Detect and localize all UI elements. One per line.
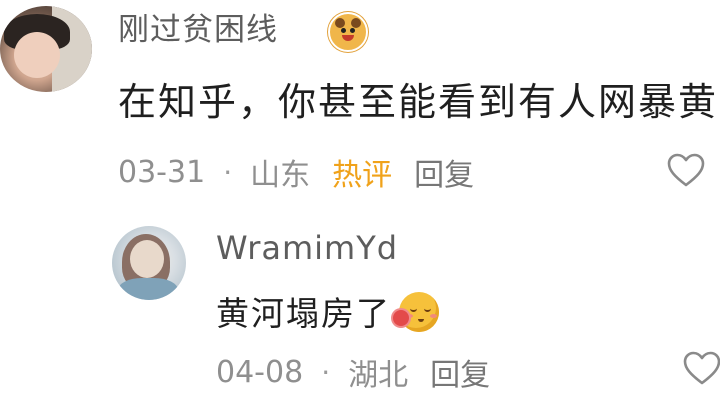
- heart-outline-icon[interactable]: [666, 152, 706, 188]
- reply-content-row: 黄河塌房了: [216, 288, 439, 340]
- user-badge-icon: [328, 12, 368, 52]
- reply-date: 04-08: [216, 354, 304, 390]
- meta-separator: ·: [223, 155, 233, 189]
- comment-thread: 刚过贫困线 在知乎，你甚至能看到有人网暴黄 03-31 · 山东 热评 回复 W…: [0, 0, 720, 405]
- badge-ear-right: [351, 18, 361, 28]
- shy-smile-emoji-icon: [393, 292, 439, 336]
- meta-separator: ·: [321, 355, 331, 389]
- avatar-face: [14, 32, 60, 78]
- badge-ear-left: [335, 18, 345, 28]
- comment-content: 在知乎，你甚至能看到有人网暴黄: [118, 80, 719, 124]
- reply-location: 湖北: [348, 358, 409, 393]
- reply-user-avatar[interactable]: [112, 226, 186, 300]
- user-avatar[interactable]: [0, 6, 92, 92]
- reply-username[interactable]: WramimYd: [216, 226, 398, 270]
- comment-location: 山东: [250, 158, 311, 193]
- emoji-blush-right: [430, 314, 437, 318]
- reply-meta: 04-08 · 湖北 回复: [216, 350, 490, 394]
- reply-avatar-face: [130, 240, 164, 278]
- hot-comment-badge: 热评: [332, 158, 393, 193]
- comment-date: 03-31: [118, 154, 206, 190]
- reply-content: 黄河塌房了: [216, 294, 391, 333]
- emoji-flower: [393, 310, 409, 326]
- heart-outline-icon[interactable]: [682, 350, 720, 386]
- comment-meta: 03-31 · 山东 热评 回复: [118, 150, 474, 194]
- comment-username[interactable]: 刚过贫困线: [118, 10, 278, 50]
- reply-avatar-body: [118, 278, 178, 300]
- badge-mouth: [342, 35, 354, 41]
- badge-eye-right: [350, 28, 355, 33]
- reply-button[interactable]: 回复: [414, 150, 474, 194]
- reply-button[interactable]: 回复: [430, 350, 490, 394]
- badge-eye-left: [341, 28, 346, 33]
